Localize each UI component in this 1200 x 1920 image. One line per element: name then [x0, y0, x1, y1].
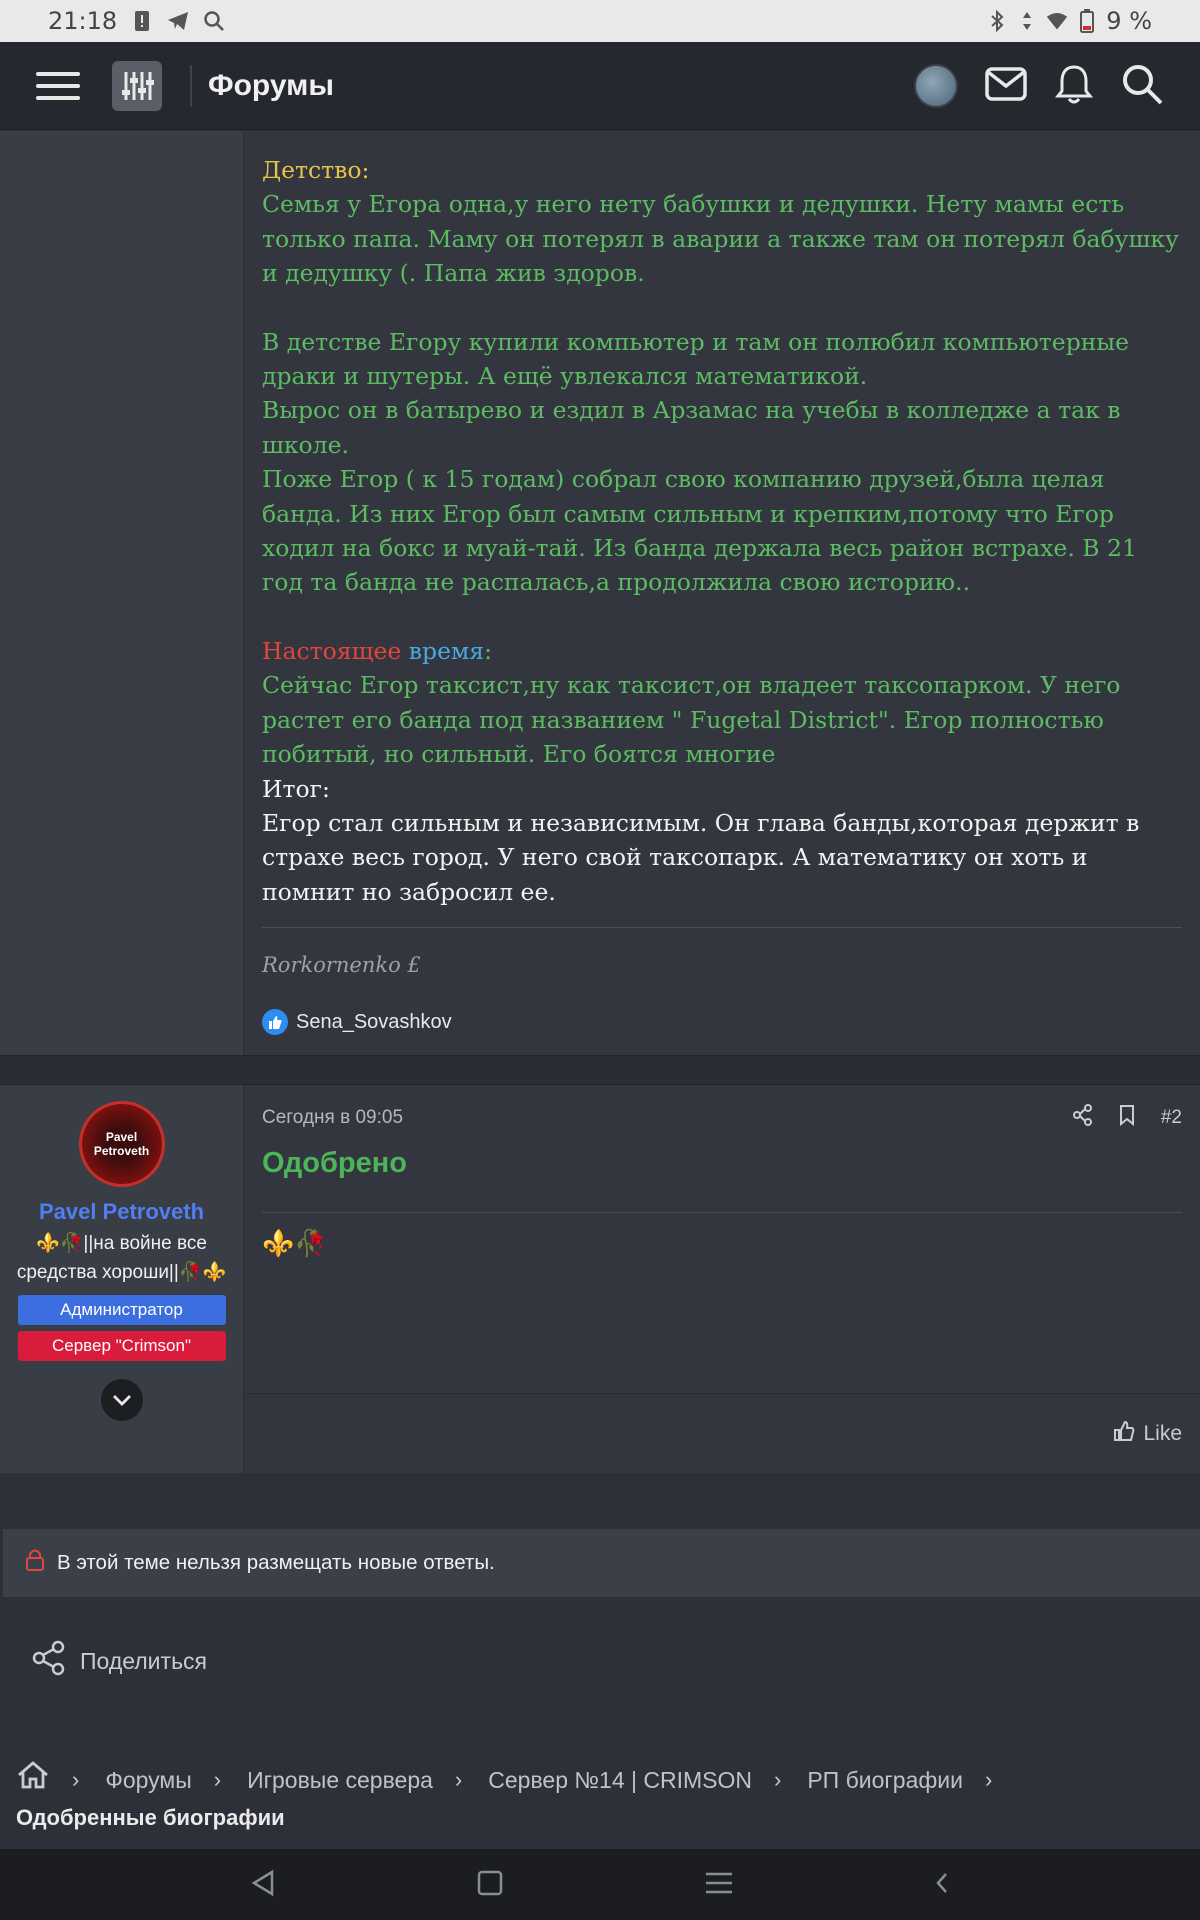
chevron-left-icon[interactable]: [934, 1871, 950, 1899]
like-button[interactable]: Like: [1113, 1420, 1182, 1448]
share-button[interactable]: Поделиться: [32, 1640, 207, 1682]
banner-admin: Администратор: [17, 1295, 226, 1325]
status-time: 21:18: [48, 7, 118, 35]
app-bar: Форумы: [0, 42, 1200, 130]
post-1: Детство: Семья у Егора одна,у него нету …: [0, 131, 1200, 1055]
thumbs-up-icon: [1113, 1420, 1135, 1448]
battery-percent: 9 %: [1106, 7, 1152, 35]
bookmark-icon[interactable]: [1119, 1104, 1135, 1132]
reactions-bar[interactable]: Sena_Sovashkov: [262, 1005, 1182, 1039]
telegram-icon: [167, 10, 189, 32]
share-icon: [32, 1640, 66, 1682]
avatar[interactable]: Pavel Petroveth: [78, 1101, 165, 1187]
post-text: В детстве Егору купили компьютер и там о…: [262, 327, 1130, 391]
post-1-user-column: [0, 131, 244, 1055]
alert-icon: [131, 10, 153, 32]
chevron-down-icon[interactable]: [100, 1379, 143, 1421]
breadcrumb-item[interactable]: Сервер №14 | CRIMSON: [488, 1762, 752, 1798]
search-icon: [203, 10, 225, 32]
user-title: ⚜️🥀||на войне все средства хороши||🥀⚜️: [16, 1233, 227, 1283]
summary-text: Егор стал сильным и независимым. Он глав…: [262, 808, 1140, 906]
post-number[interactable]: #2: [1161, 1107, 1182, 1129]
lock-icon: [25, 1548, 45, 1578]
status-bar: 21:18 9 %: [0, 0, 1200, 42]
share-label: Поделиться: [80, 1647, 208, 1674]
post-2-user-column: Pavel Petroveth Pavel Petroveth ⚜️🥀||на …: [0, 1085, 244, 1473]
preferences-icon[interactable]: [112, 60, 162, 111]
breadcrumb-item[interactable]: Форумы: [105, 1762, 191, 1798]
post-text: Сейчас Егор таксист,ну как таксист,он вл…: [262, 671, 1121, 769]
signature: Rorkornenko £: [262, 953, 421, 978]
bluetooth-icon: [986, 10, 1008, 32]
breadcrumb-current[interactable]: Одобренные биографии: [16, 1800, 1186, 1836]
chevron-right-icon: ›: [72, 1767, 80, 1792]
banner-server: Сервер "Crimson": [17, 1331, 226, 1361]
back-icon[interactable]: [250, 1869, 276, 1901]
post-text: Семья у Егора одна,у него нету бабушки и…: [262, 190, 1179, 288]
post-1-body: Детство: Семья у Егора одна,у него нету …: [244, 131, 1200, 1055]
post-date[interactable]: Сегодня в 09:05: [262, 1107, 403, 1129]
signature-divider: [262, 927, 1182, 929]
app-bar-divider: [190, 64, 192, 107]
page-title: Форумы: [208, 68, 334, 102]
post-2: Pavel Petroveth Pavel Petroveth ⚜️🥀||на …: [0, 1085, 1200, 1473]
section-heading-childhood: Детство:: [262, 156, 370, 184]
locked-notice: В этой теме нельзя размещать новые ответ…: [3, 1529, 1200, 1597]
post-footer: Like: [244, 1393, 1200, 1473]
post-2-body: Сегодня в 09:05 #2 Одобрено ⚜️🥀 Like: [244, 1085, 1200, 1473]
post-meta: Сегодня в 09:05 #2: [262, 1085, 1182, 1147]
username[interactable]: Pavel Petroveth: [39, 1199, 204, 1225]
recents-icon[interactable]: [704, 1869, 734, 1901]
summary-heading: Итог:: [262, 774, 330, 803]
battery-icon: [1076, 9, 1098, 33]
bell-icon[interactable]: [1054, 63, 1094, 109]
chevron-right-icon: ›: [774, 1767, 782, 1792]
post-gap: [0, 1055, 1200, 1085]
approved-heading: Одобрено: [262, 1147, 407, 1179]
chevron-right-icon: ›: [213, 1767, 222, 1792]
chevron-right-icon: ›: [985, 1767, 993, 1792]
post-text: Вырос он в батырево и ездил в Арзамас на…: [262, 396, 1121, 459]
envelope-icon[interactable]: [984, 66, 1028, 106]
breadcrumb: › Форумы › Игровые сервера › Сервер №14 …: [16, 1760, 1186, 1836]
home-nav-icon[interactable]: [476, 1869, 504, 1901]
search-icon[interactable]: [1120, 62, 1164, 110]
system-nav-bar: [0, 1849, 1200, 1920]
breadcrumb-item[interactable]: Игровые сервера: [247, 1762, 433, 1798]
data-arrows-icon: [1016, 10, 1038, 32]
post-text: Поже Егор ( к 15 годам) собрал свою комп…: [262, 465, 1137, 597]
like-label: Like: [1143, 1421, 1182, 1445]
post-divider: [262, 1212, 1182, 1213]
chevron-right-icon: ›: [454, 1767, 463, 1792]
emoji-line: ⚜️🥀: [262, 1229, 327, 1259]
locked-notice-text: В этой теме нельзя размещать новые ответ…: [57, 1551, 495, 1574]
menu-icon[interactable]: [36, 64, 80, 108]
section-heading-present: Настоящее время:: [262, 636, 493, 665]
thread-content: Детство: Семья у Егора одна,у него нету …: [0, 131, 1200, 1473]
liked-by-user[interactable]: Sena_Sovashkov: [296, 1005, 452, 1039]
wifi-icon: [1046, 10, 1068, 32]
home-icon[interactable]: [16, 1760, 50, 1800]
account-avatar[interactable]: [914, 63, 958, 108]
share-icon[interactable]: [1072, 1104, 1093, 1132]
breadcrumb-item[interactable]: РП биографии: [807, 1762, 963, 1798]
thumbs-up-icon: [262, 1008, 288, 1035]
